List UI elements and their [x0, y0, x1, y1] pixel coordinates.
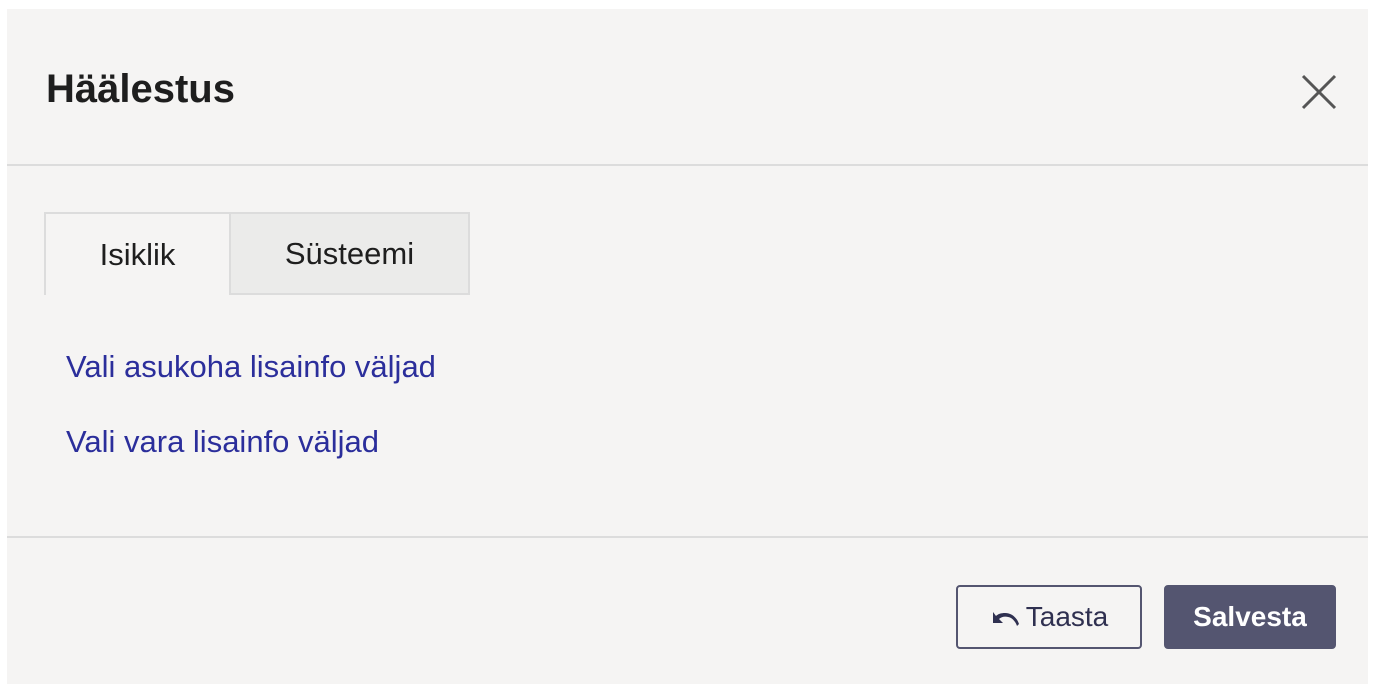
restore-label: Taasta — [1025, 601, 1109, 632]
tab-bar: Isiklik Süsteemi — [44, 212, 470, 295]
location-extra-fields-link[interactable]: Vali asukoha lisainfo väljad — [66, 347, 436, 387]
close-button[interactable] — [1299, 72, 1339, 112]
dialog-title: Häälestus — [46, 67, 235, 111]
settings-links: Vali asukoha lisainfo väljad Vali vara l… — [66, 347, 436, 462]
footer-divider — [7, 536, 1368, 538]
save-button[interactable]: Salvesta — [1164, 585, 1336, 649]
dialog-header: Häälestus — [7, 9, 1368, 166]
close-icon — [1301, 74, 1337, 110]
restore-button[interactable]: Taasta — [956, 585, 1142, 649]
settings-dialog: Häälestus Isiklik Süsteemi Vali asukoha … — [7, 9, 1368, 684]
undo-icon — [992, 612, 1019, 626]
asset-extra-fields-link[interactable]: Vali vara lisainfo väljad — [66, 422, 436, 462]
tab-systeemi[interactable]: Süsteemi — [229, 212, 470, 295]
tab-isiklik[interactable]: Isiklik — [44, 212, 229, 295]
